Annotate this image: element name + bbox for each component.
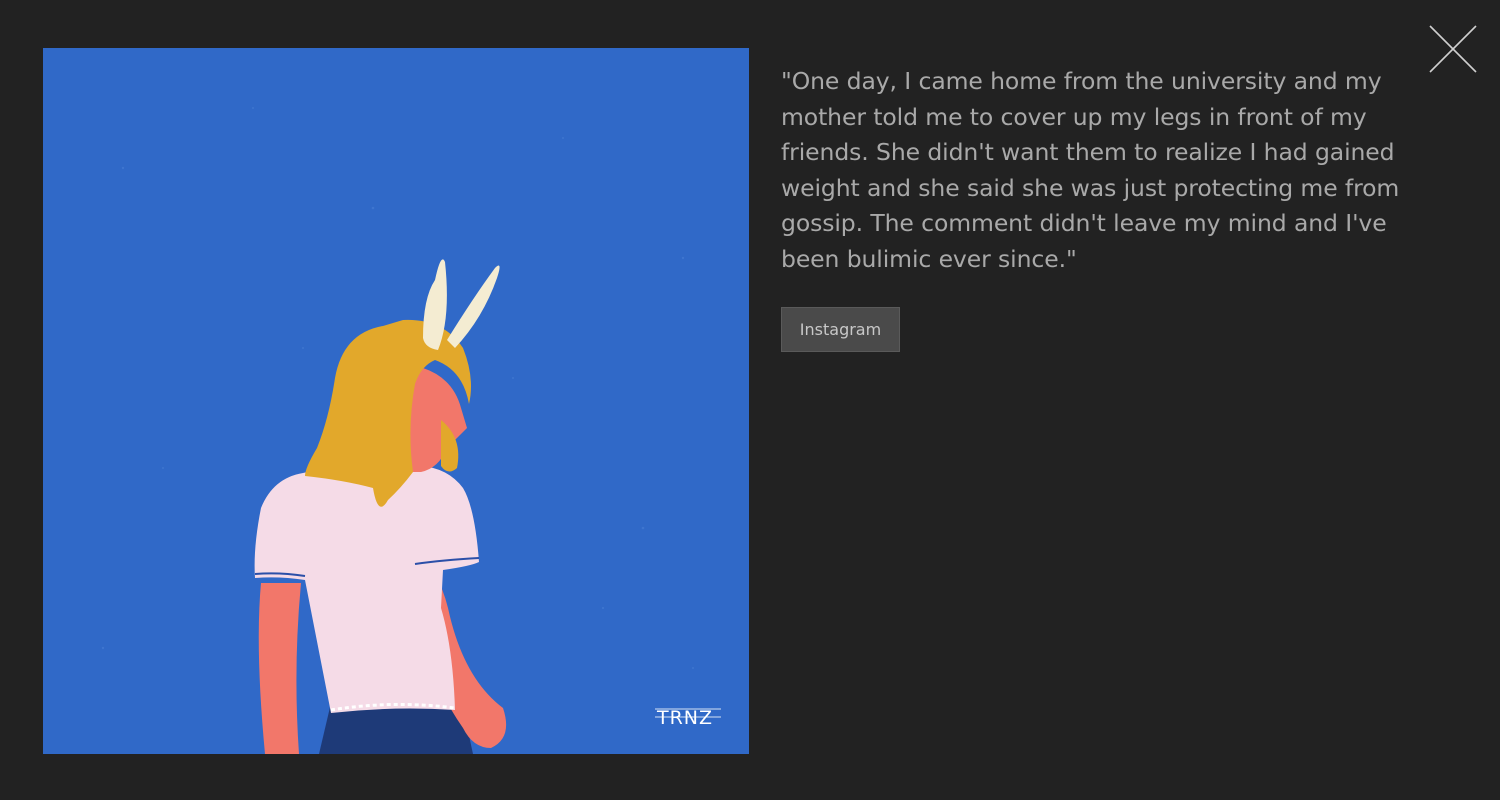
- illustration-image: TRNZ: [43, 48, 749, 754]
- quote-text: "One day, I came home from the universit…: [781, 67, 1400, 273]
- artist-signature: TRNZ: [655, 707, 721, 729]
- woman-with-bunny-ears-illustration: TRNZ: [43, 48, 749, 754]
- instagram-button[interactable]: Instagram: [781, 307, 900, 352]
- signature-text: TRNZ: [656, 707, 713, 729]
- left-arm: [258, 583, 301, 754]
